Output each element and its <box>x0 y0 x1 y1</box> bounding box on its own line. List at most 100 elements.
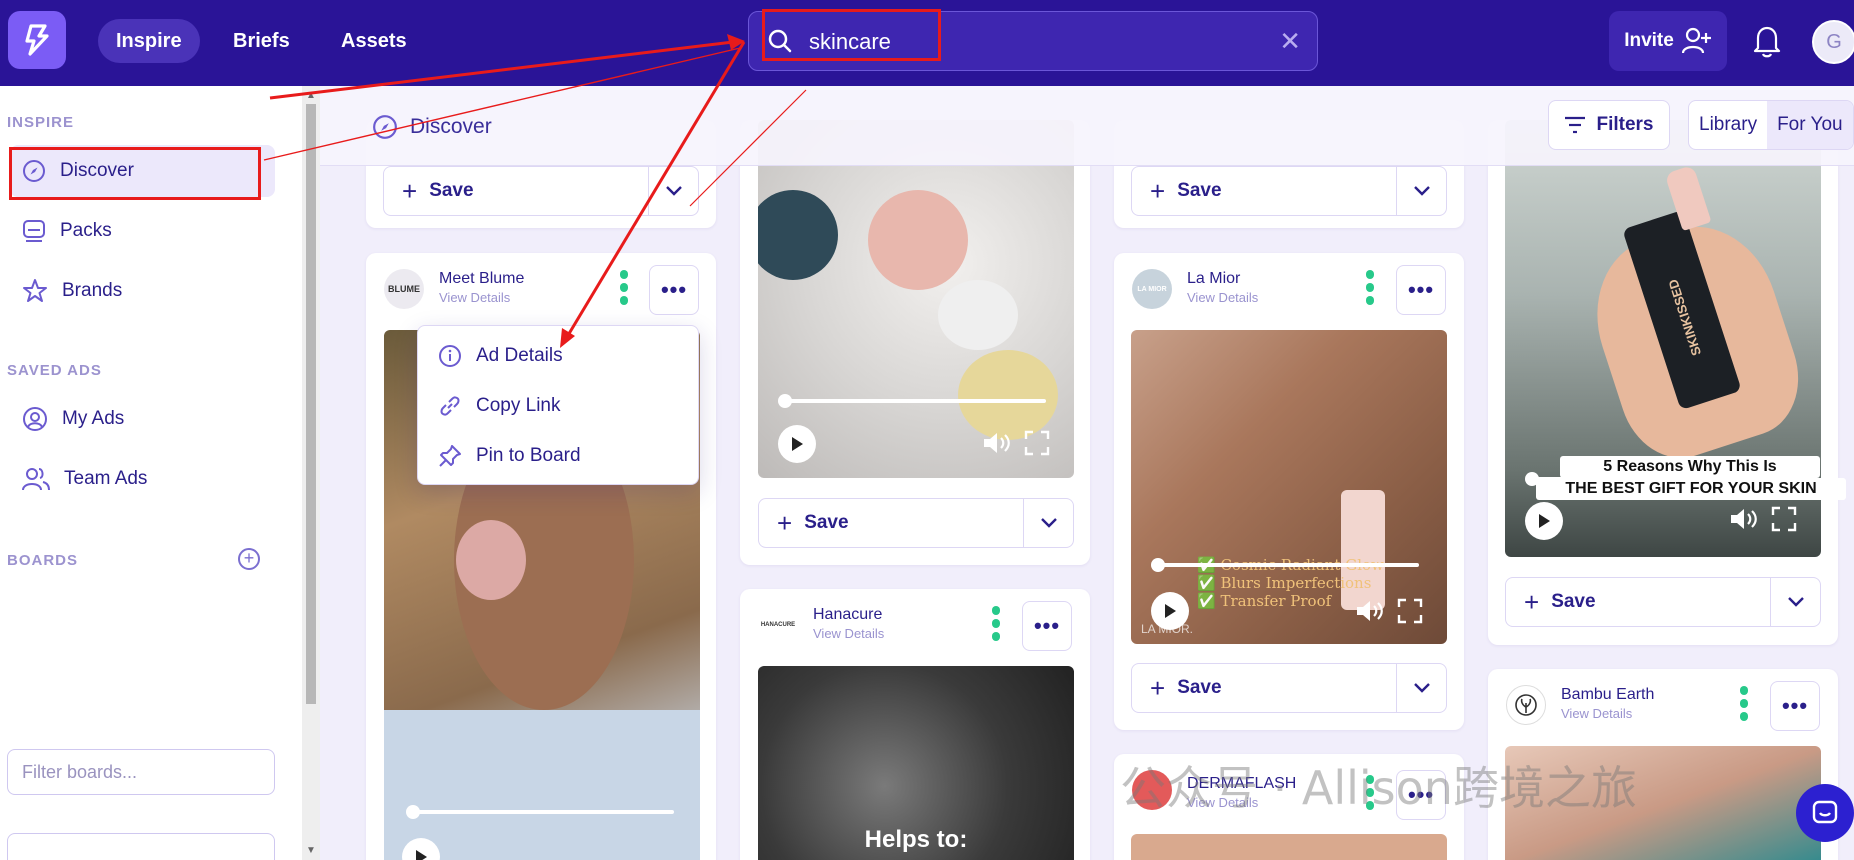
progress-knob[interactable] <box>1151 558 1165 572</box>
nav-briefs[interactable]: Briefs <box>215 19 308 63</box>
menu-item-pin-to-board[interactable]: Pin to Board <box>438 444 581 468</box>
save-label: Save <box>429 180 474 201</box>
save-button[interactable]: + Save <box>384 176 648 207</box>
view-details-link[interactable]: View Details <box>1561 706 1632 721</box>
sidebar-item-team-ads[interactable]: Team Ads <box>10 453 275 505</box>
nav-inspire[interactable]: Inspire <box>98 19 200 63</box>
avatar[interactable]: G <box>1812 20 1854 64</box>
ad-options-menu: Ad Details Copy Link Pin to Board <box>417 325 699 485</box>
scroll-down-icon[interactable]: ▼ <box>306 845 316 856</box>
save-label: Save <box>1551 591 1596 612</box>
pin-icon <box>439 445 461 467</box>
progress-knob[interactable] <box>778 394 792 408</box>
more-options-button[interactable]: ••• <box>1770 681 1820 731</box>
scroll-up-icon[interactable]: ▲ <box>306 90 316 101</box>
sidebar-item-label: Team Ads <box>64 468 148 489</box>
bell-icon[interactable] <box>1752 24 1782 58</box>
play-icon[interactable] <box>778 425 816 463</box>
menu-item-copy-link[interactable]: Copy Link <box>438 394 561 418</box>
tab-library[interactable]: Library <box>1689 101 1767 149</box>
progress-knob[interactable] <box>406 805 420 819</box>
view-toggle: Library For You <box>1688 100 1854 150</box>
sidebar: INSPIRE Discover Packs Brands SAVED ADS … <box>0 86 302 860</box>
section-boards-title: BOARDS <box>7 552 79 569</box>
play-icon[interactable] <box>1151 592 1189 630</box>
ad-card-la-mior: LA MIOR La Mior View Details ••• ✅ Cosmi… <box>1114 253 1464 730</box>
clear-icon[interactable]: ✕ <box>1279 26 1301 57</box>
chat-button[interactable] <box>1796 784 1854 842</box>
save-button[interactable]: + Save <box>1132 176 1396 207</box>
page-title-text: Discover <box>410 115 492 138</box>
score-bar <box>1740 686 1748 724</box>
play-icon[interactable] <box>1525 502 1563 540</box>
menu-item-ad-details[interactable]: Ad Details <box>438 344 563 368</box>
fullscreen-icon[interactable] <box>1024 430 1050 456</box>
brand-logo: HANACURE <box>758 605 798 645</box>
menu-item-label: Ad Details <box>476 345 563 366</box>
ad-card-hanacure: HANACURE Hanacure View Details ••• Helps… <box>740 589 1090 860</box>
brand-name[interactable]: Meet Blume <box>439 270 524 288</box>
save-control: + Save <box>758 498 1074 548</box>
sidebar-item-packs[interactable]: Packs <box>10 205 275 257</box>
sidebar-bottom-card[interactable] <box>7 833 275 860</box>
brand-name[interactable]: Bambu Earth <box>1561 686 1654 704</box>
more-options-button[interactable]: ••• <box>1022 601 1072 651</box>
view-details-link[interactable]: View Details <box>1187 290 1258 305</box>
ad-video[interactable] <box>1131 834 1447 860</box>
app-logo[interactable] <box>8 11 66 69</box>
save-dropdown[interactable] <box>648 167 698 215</box>
save-dropdown[interactable] <box>1396 664 1446 712</box>
volume-icon[interactable] <box>982 430 1012 456</box>
volume-icon[interactable] <box>1355 598 1385 624</box>
save-button[interactable]: + Save <box>1132 673 1396 704</box>
ad-card: + Save <box>740 120 1090 565</box>
fullscreen-icon[interactable] <box>1771 506 1797 532</box>
leaf-icon <box>1515 694 1537 716</box>
compass-icon <box>373 115 397 139</box>
save-button[interactable]: + Save <box>1506 587 1770 618</box>
jar-shape <box>958 350 1058 440</box>
progress-track[interactable] <box>784 399 1046 403</box>
ad-video[interactable]: Helps to: <box>758 666 1074 860</box>
save-dropdown[interactable] <box>1023 499 1073 547</box>
section-inspire-title: INSPIRE <box>7 114 75 131</box>
add-board-icon[interactable]: + <box>238 548 260 570</box>
video-caption: THE BEST GIFT FOR YOUR SKIN <box>1536 478 1846 500</box>
save-control: + Save <box>1131 166 1447 216</box>
brand-name[interactable]: Hanacure <box>813 606 882 624</box>
chat-icon <box>1812 800 1838 824</box>
plus-icon: + <box>777 507 793 538</box>
view-details-link[interactable]: View Details <box>813 626 884 641</box>
brand-logo: LA MIOR <box>1132 269 1172 309</box>
sidebar-scrollbar[interactable]: ▲ ▼ <box>302 86 320 860</box>
plus-icon: + <box>1524 586 1540 617</box>
invite-label: Invite <box>1624 30 1674 51</box>
save-button[interactable]: + Save <box>759 508 1023 539</box>
ad-video[interactable] <box>758 120 1074 478</box>
save-dropdown[interactable] <box>1396 167 1446 215</box>
ad-card-skinkissed: SKINKISSED + Save <box>1488 120 1838 645</box>
invite-button[interactable]: Invite <box>1609 11 1727 71</box>
progress-track[interactable] <box>1157 563 1419 567</box>
view-details-link[interactable]: View Details <box>439 290 510 305</box>
nav-assets[interactable]: Assets <box>323 19 425 63</box>
brand-name[interactable]: La Mior <box>1187 270 1240 288</box>
filter-boards-input[interactable]: Filter boards... <box>7 749 275 795</box>
save-dropdown[interactable] <box>1770 578 1820 626</box>
fullscreen-icon[interactable] <box>1397 598 1423 624</box>
chevron-down-icon <box>1040 518 1057 528</box>
tab-for-you[interactable]: For You <box>1767 101 1853 149</box>
filters-button[interactable]: Filters <box>1548 100 1670 150</box>
ad-video[interactable]: ✅ Cosmic Radiant Glow ✅ Blurs Imperfecti… <box>1131 330 1447 644</box>
sidebar-item-label: My Ads <box>62 408 125 429</box>
menu-item-label: Copy Link <box>476 395 561 416</box>
score-bar <box>992 606 1000 644</box>
plus-icon: + <box>402 175 418 206</box>
volume-icon[interactable] <box>1729 506 1759 532</box>
progress-track[interactable] <box>412 810 674 814</box>
more-options-button[interactable]: ••• <box>1396 265 1446 315</box>
sidebar-item-brands[interactable]: Brands <box>10 265 275 317</box>
sidebar-item-my-ads[interactable]: My Ads <box>10 393 275 445</box>
more-options-button[interactable]: ••• <box>649 265 699 315</box>
scrollbar-thumb[interactable] <box>306 104 316 704</box>
